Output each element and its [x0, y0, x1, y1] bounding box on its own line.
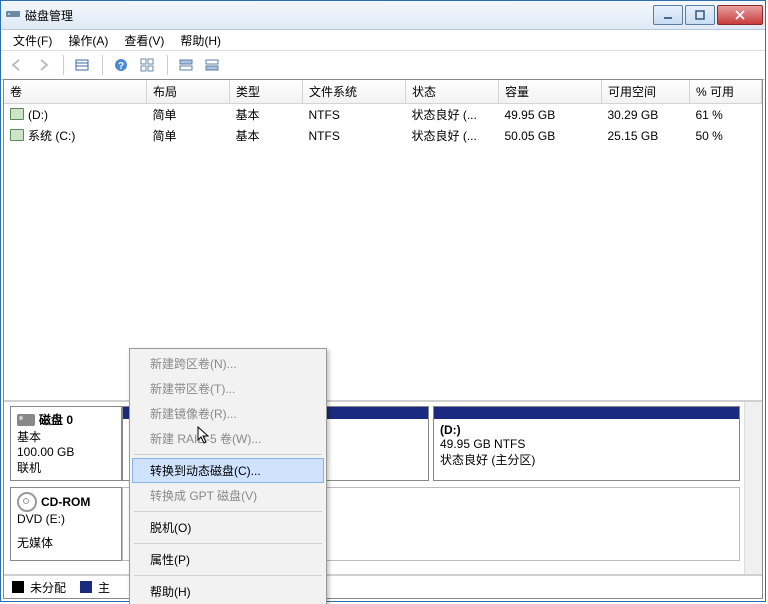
- toolbar-separator: [63, 55, 64, 75]
- cell: NTFS: [303, 104, 406, 126]
- volume-icon: [10, 108, 24, 120]
- col-type[interactable]: 类型: [230, 80, 303, 104]
- cell: 状态良好 (...: [406, 125, 499, 146]
- detail-view-button[interactable]: [70, 54, 94, 76]
- part-line3: 状态良好 (主分区): [440, 451, 733, 468]
- cdrom-state: 无媒体: [17, 534, 115, 551]
- ctx-new-raid5[interactable]: 新建 RAID-5 卷(W)...: [132, 426, 324, 451]
- toolbar: ?: [1, 51, 765, 80]
- disk-graphic-pane[interactable]: 磁盘 0 基本 100.00 GB 联机 (D:) 49.95 GB NTFS: [4, 402, 762, 576]
- toolbar-separator: [102, 55, 103, 75]
- ctx-convert-dynamic[interactable]: 转换到动态磁盘(C)...: [132, 458, 324, 483]
- menu-file[interactable]: 文件(F): [5, 30, 60, 51]
- forward-button[interactable]: [31, 54, 55, 76]
- ctx-new-spanned[interactable]: 新建跨区卷(N)...: [132, 351, 324, 376]
- minimize-button[interactable]: [653, 5, 683, 25]
- col-status[interactable]: 状态: [406, 80, 499, 104]
- disk-size: 100.00 GB: [17, 445, 115, 459]
- menu-view[interactable]: 查看(V): [116, 30, 172, 51]
- legend-bar: 未分配 主: [4, 576, 762, 598]
- cell: 25.15 GB: [602, 125, 690, 146]
- back-button[interactable]: [5, 54, 29, 76]
- ctx-offline[interactable]: 脱机(O): [132, 515, 324, 540]
- table-row[interactable]: (D:) 简单 基本 NTFS 状态良好 (... 49.95 GB 30.29…: [4, 104, 762, 126]
- cell: 简单: [147, 104, 230, 126]
- ctx-new-striped[interactable]: 新建带区卷(T)...: [132, 376, 324, 401]
- cell: 61 %: [690, 104, 762, 126]
- cell: 30.29 GB: [602, 104, 690, 126]
- disk-context-menu: 新建跨区卷(N)... 新建带区卷(T)... 新建镜像卷(R)... 新建 R…: [129, 348, 327, 604]
- partition-d-bar[interactable]: (D:) 49.95 GB NTFS 状态良好 (主分区): [433, 406, 740, 481]
- col-volume[interactable]: 卷: [4, 80, 147, 104]
- ctx-separator: [134, 454, 322, 455]
- cell: 49.95 GB: [499, 104, 602, 126]
- disk-view-bottom-button[interactable]: [200, 54, 224, 76]
- list-settings-button[interactable]: [135, 54, 159, 76]
- col-free[interactable]: 可用空间: [602, 80, 690, 104]
- col-fs[interactable]: 文件系统: [303, 80, 406, 104]
- legend-primary-swatch: [80, 581, 92, 593]
- col-capacity[interactable]: 容量: [499, 80, 602, 104]
- menu-help[interactable]: 帮助(H): [172, 30, 229, 51]
- legend-primary-label: 主: [98, 579, 110, 596]
- col-layout[interactable]: 布局: [147, 80, 230, 104]
- svg-text:?: ?: [118, 61, 124, 72]
- cell: 系统 (C:): [28, 129, 75, 143]
- volume-list-pane[interactable]: 卷 布局 类型 文件系统 状态 容量 可用空间 % 可用 (D:) 简单 基本: [4, 80, 762, 402]
- ctx-help[interactable]: 帮助(H): [132, 579, 324, 604]
- cdrom-icon: [17, 492, 37, 512]
- ctx-properties[interactable]: 属性(P): [132, 547, 324, 572]
- part-line2: 49.95 GB NTFS: [440, 437, 733, 451]
- disk-view-top-button[interactable]: [174, 54, 198, 76]
- cell: 50 %: [690, 125, 762, 146]
- client-area: 卷 布局 类型 文件系统 状态 容量 可用空间 % 可用 (D:) 简单 基本: [3, 79, 763, 599]
- disk-0-row[interactable]: 磁盘 0 基本 100.00 GB 联机 (D:) 49.95 GB NTFS: [10, 406, 740, 481]
- close-button[interactable]: [717, 5, 763, 25]
- cell: 基本: [230, 104, 303, 126]
- legend-unallocated-label: 未分配: [30, 579, 66, 596]
- vertical-scrollbar[interactable]: [744, 402, 762, 574]
- cell: 基本: [230, 125, 303, 146]
- cell: NTFS: [303, 125, 406, 146]
- cell: (D:): [28, 108, 48, 122]
- window-controls: [653, 5, 763, 25]
- menubar: 文件(F) 操作(A) 查看(V) 帮助(H): [1, 30, 765, 51]
- volume-icon: [10, 129, 24, 141]
- legend-unallocated-swatch: [12, 581, 24, 593]
- menu-action[interactable]: 操作(A): [60, 30, 116, 51]
- toolbar-separator: [167, 55, 168, 75]
- disk-icon: [17, 414, 35, 426]
- app-icon: [5, 7, 21, 23]
- part-name: (D:): [440, 423, 733, 437]
- ctx-separator: [134, 511, 322, 512]
- cdrom-title: CD-ROM: [41, 495, 90, 509]
- ctx-convert-gpt[interactable]: 转换成 GPT 磁盘(V): [132, 483, 324, 508]
- disk-state: 联机: [17, 459, 115, 476]
- ctx-new-mirror[interactable]: 新建镜像卷(R)...: [132, 401, 324, 426]
- cdrom-header[interactable]: CD-ROM DVD (E:) 无媒体: [10, 487, 122, 561]
- titlebar[interactable]: 磁盘管理: [1, 1, 765, 30]
- ctx-separator: [134, 543, 322, 544]
- disk-kind: 基本: [17, 428, 115, 445]
- cell: 状态良好 (...: [406, 104, 499, 126]
- cdrom-drive: DVD (E:): [17, 512, 115, 526]
- disk-title: 磁盘 0: [39, 411, 73, 428]
- disk-0-header[interactable]: 磁盘 0 基本 100.00 GB 联机: [10, 406, 122, 481]
- table-row[interactable]: 系统 (C:) 简单 基本 NTFS 状态良好 (... 50.05 GB 25…: [4, 125, 762, 146]
- disk-management-window: 磁盘管理 文件(F) 操作(A) 查看(V) 帮助(H) ? 卷: [0, 0, 766, 602]
- ctx-separator: [134, 575, 322, 576]
- window-title: 磁盘管理: [25, 7, 73, 24]
- col-pctfree[interactable]: % 可用: [690, 80, 762, 104]
- cell: 50.05 GB: [499, 125, 602, 146]
- cell: 简单: [147, 125, 230, 146]
- maximize-button[interactable]: [685, 5, 715, 25]
- help-button[interactable]: ?: [109, 54, 133, 76]
- volume-table: 卷 布局 类型 文件系统 状态 容量 可用空间 % 可用 (D:) 简单 基本: [4, 80, 762, 146]
- cdrom-row[interactable]: CD-ROM DVD (E:) 无媒体: [10, 487, 740, 561]
